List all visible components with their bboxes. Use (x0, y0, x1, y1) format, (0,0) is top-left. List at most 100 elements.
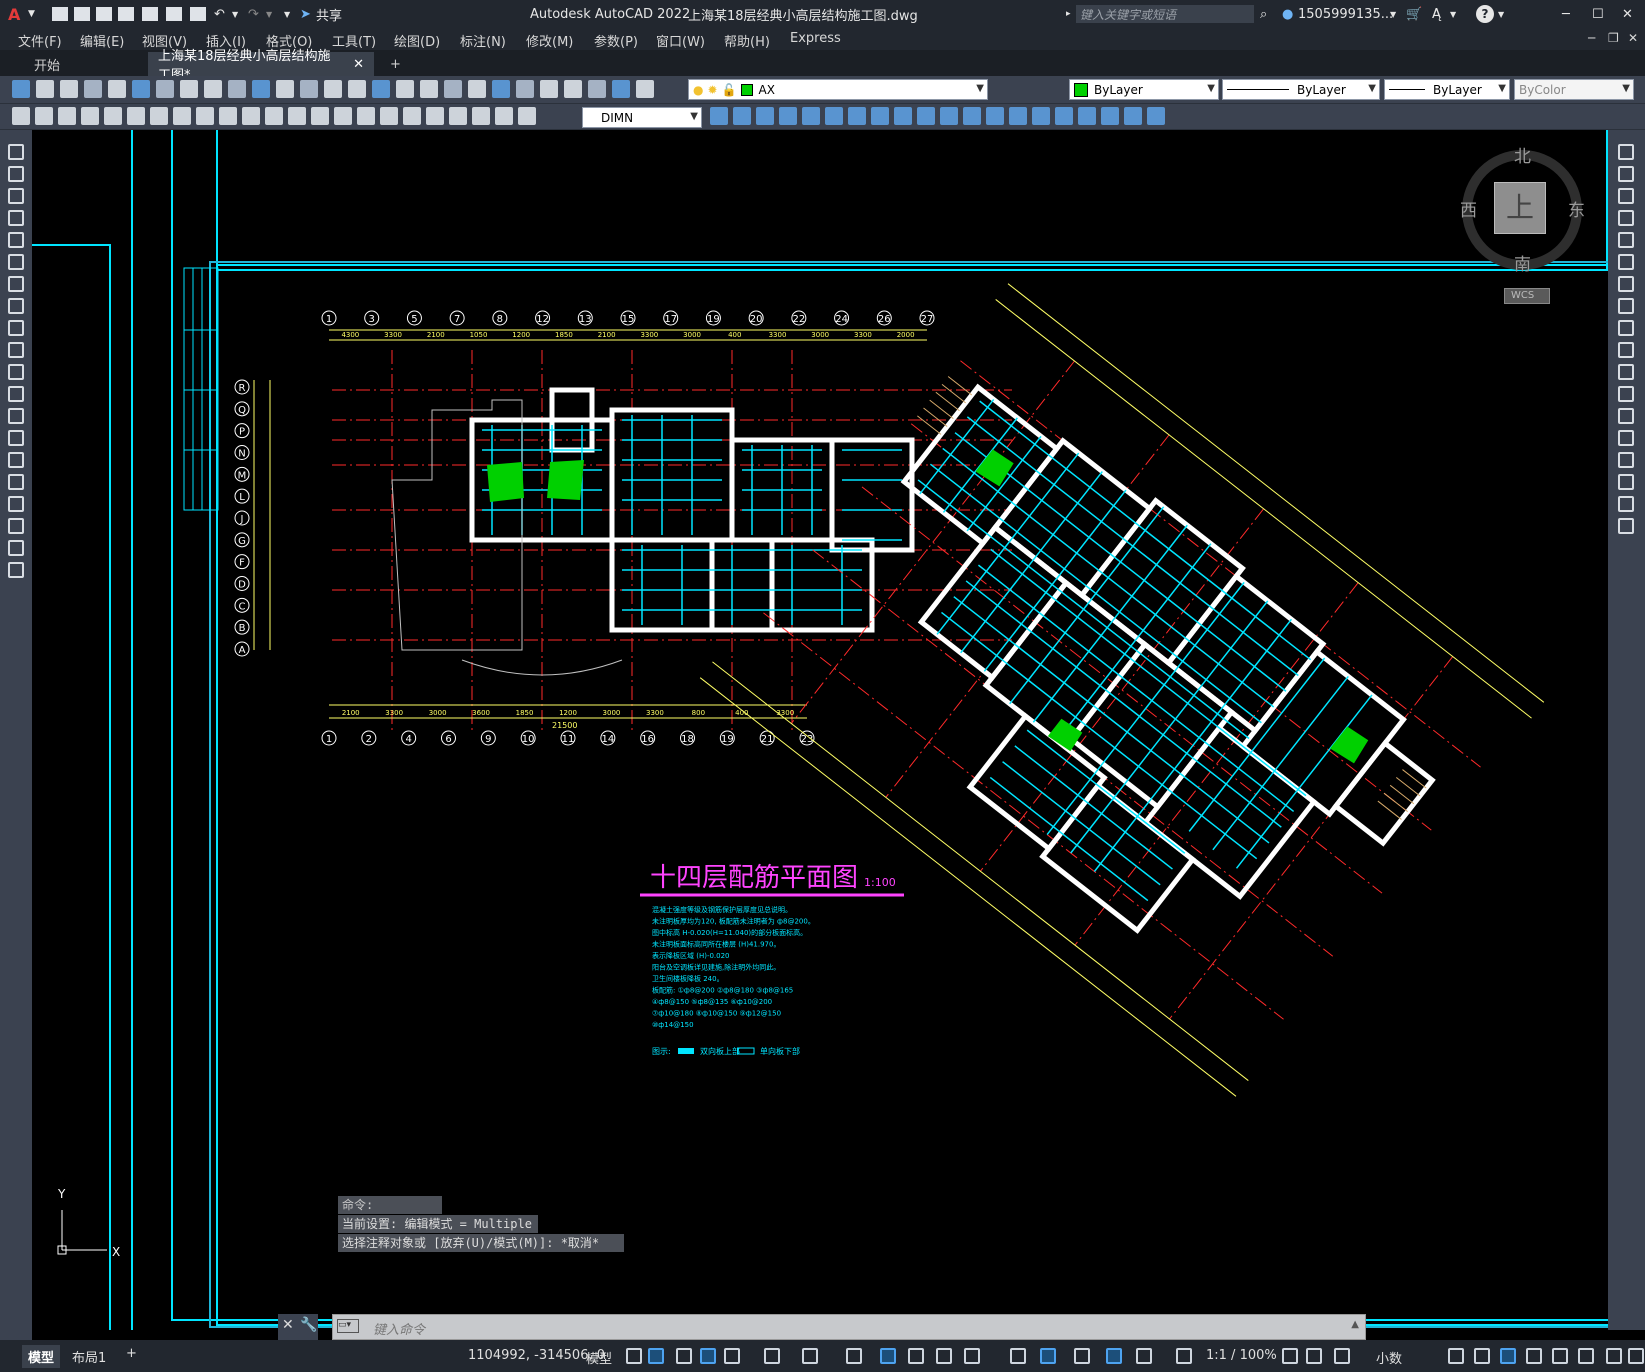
status-toggle-icon-8[interactable] (880, 1348, 896, 1364)
draw-tool-icon-2[interactable] (8, 188, 24, 204)
annotation-scale[interactable]: 1:1 / 100% (1206, 1348, 1277, 1363)
wcs-menu[interactable]: WCS (1504, 288, 1550, 304)
command-input[interactable]: ▭▾ 键入命令 ▲ (332, 1314, 1366, 1340)
dimstyle-dropdown[interactable]: DIMN ▼ (582, 107, 702, 128)
viewcube-east[interactable]: 东 (1568, 196, 1585, 221)
modify-tool-icon-19[interactable] (1147, 107, 1165, 125)
toolbar1-tool-icon-13[interactable] (324, 80, 342, 98)
dimension-tool-icon-20[interactable] (472, 107, 490, 125)
toolbar1-tool-icon-7[interactable] (180, 80, 198, 98)
status-toggle-icon-14[interactable] (1074, 1348, 1090, 1364)
dimension-tool-icon-3[interactable] (81, 107, 99, 125)
doc-close-button[interactable]: ✕ (1628, 31, 1638, 45)
status-toggle-icon-16[interactable] (1136, 1348, 1152, 1364)
menu-file[interactable]: 文件(F) (18, 31, 62, 50)
modify-panel-icon-4[interactable] (1618, 232, 1634, 248)
draw-tool-icon-3[interactable] (8, 210, 24, 226)
add-layout-button[interactable]: + (126, 1346, 137, 1361)
status-toggle-icon-12[interactable] (1010, 1348, 1026, 1364)
draw-tool-icon-0[interactable] (8, 144, 24, 160)
dimension-tool-icon-6[interactable] (150, 107, 168, 125)
draw-tool-icon-9[interactable] (8, 342, 24, 358)
tab-document[interactable]: 上海某18层经典小高层结构施工图* ✕ (148, 49, 374, 83)
modify-panel-icon-5[interactable] (1618, 254, 1634, 270)
dimension-tool-icon-5[interactable] (127, 107, 145, 125)
modify-tool-icon-17[interactable] (1101, 107, 1119, 125)
save-as-icon[interactable] (118, 7, 134, 21)
share-icon[interactable]: ➤ (300, 5, 311, 23)
toolbar1-tool-icon-5[interactable] (132, 80, 150, 98)
toolbar1-tool-icon-21[interactable] (516, 80, 534, 98)
tab-close-icon[interactable]: ✕ (353, 57, 364, 72)
menu-parametric[interactable]: 参数(P) (594, 31, 638, 50)
open-file-icon[interactable] (74, 7, 90, 21)
menu-edit[interactable]: 编辑(E) (80, 31, 124, 50)
status-toggle-icon-9[interactable] (908, 1348, 924, 1364)
toolbar1-tool-icon-17[interactable] (420, 80, 438, 98)
modify-tool-icon-2[interactable] (756, 107, 774, 125)
undo-dropdown-icon[interactable]: ▼ (232, 5, 238, 23)
status-toggle-icon-6[interactable] (802, 1348, 818, 1364)
status-toggle-icon-28[interactable] (1628, 1348, 1644, 1364)
modify-panel-icon-16[interactable] (1618, 496, 1634, 512)
search-expand-icon[interactable]: ▸ (1066, 5, 1071, 23)
linetype-dropdown[interactable]: ByLayer ▼ (1222, 79, 1380, 100)
draw-tool-icon-1[interactable] (8, 166, 24, 182)
dimension-tool-icon-9[interactable] (219, 107, 237, 125)
menu-express[interactable]: Express (790, 31, 841, 46)
color-dropdown[interactable]: ByLayer ▼ (1069, 79, 1219, 100)
status-toggle-icon-18[interactable] (1282, 1348, 1298, 1364)
dimension-tool-icon-15[interactable] (357, 107, 375, 125)
modify-tool-icon-5[interactable] (825, 107, 843, 125)
modify-tool-icon-11[interactable] (963, 107, 981, 125)
user-dropdown-icon[interactable]: ▼ (1390, 5, 1396, 23)
toolbar1-tool-icon-8[interactable] (204, 80, 222, 98)
menu-draw[interactable]: 绘图(D) (394, 31, 440, 50)
dimension-tool-icon-11[interactable] (265, 107, 283, 125)
dimension-tool-icon-13[interactable] (311, 107, 329, 125)
status-toggle-icon-22[interactable] (1474, 1348, 1490, 1364)
status-toggle-icon-15[interactable] (1106, 1348, 1122, 1364)
modify-tool-icon-6[interactable] (848, 107, 866, 125)
search-icon[interactable]: ⌕ (1260, 5, 1267, 23)
modify-tool-icon-10[interactable] (940, 107, 958, 125)
status-toggle-icon-23[interactable] (1500, 1348, 1516, 1364)
status-toggle-icon-0[interactable] (626, 1348, 642, 1364)
draw-tool-icon-8[interactable] (8, 320, 24, 336)
dimension-tool-icon-10[interactable] (242, 107, 260, 125)
draw-tool-icon-18[interactable] (8, 540, 24, 556)
dimension-tool-icon-4[interactable] (104, 107, 122, 125)
user-icon[interactable]: ● (1282, 5, 1293, 23)
doc-minimize-button[interactable]: ─ (1588, 31, 1595, 45)
toolbar1-tool-icon-26[interactable] (636, 80, 654, 98)
viewcube-face-top[interactable]: 上 (1494, 182, 1546, 234)
dimension-tool-icon-17[interactable] (403, 107, 421, 125)
undo-icon[interactable]: ↶ (214, 5, 225, 23)
modify-panel-icon-13[interactable] (1618, 430, 1634, 446)
modify-panel-icon-9[interactable] (1618, 342, 1634, 358)
command-customize-icon[interactable]: 🔧 (300, 1317, 317, 1333)
redo-icon[interactable]: ↷ (248, 5, 259, 23)
status-toggle-icon-4[interactable] (724, 1348, 740, 1364)
draw-tool-icon-10[interactable] (8, 364, 24, 380)
toolbar1-tool-icon-2[interactable] (60, 80, 78, 98)
status-toggle-icon-13[interactable] (1040, 1348, 1056, 1364)
toolbar1-tool-icon-19[interactable] (468, 80, 486, 98)
modify-panel-icon-2[interactable] (1618, 188, 1634, 204)
command-prompt-icon[interactable]: ▭▾ (337, 1319, 359, 1333)
cart-icon[interactable]: 🛒 (1406, 5, 1422, 23)
status-toggle-icon-11[interactable] (964, 1348, 980, 1364)
modify-panel-icon-10[interactable] (1618, 364, 1634, 380)
plotstyle-dropdown[interactable]: ByColor ▼ (1514, 79, 1634, 100)
modify-panel-icon-17[interactable] (1618, 518, 1634, 534)
toolbar1-tool-icon-14[interactable] (348, 80, 366, 98)
modify-tool-icon-3[interactable] (779, 107, 797, 125)
menu-dimension[interactable]: 标注(N) (460, 31, 506, 50)
status-toggle-icon-1[interactable] (648, 1348, 664, 1364)
modify-tool-icon-0[interactable] (710, 107, 728, 125)
modify-panel-icon-11[interactable] (1618, 386, 1634, 402)
dimension-tool-icon-14[interactable] (334, 107, 352, 125)
toolbar1-tool-icon-16[interactable] (396, 80, 414, 98)
dimension-tool-icon-12[interactable] (288, 107, 306, 125)
new-file-icon[interactable] (52, 7, 68, 21)
